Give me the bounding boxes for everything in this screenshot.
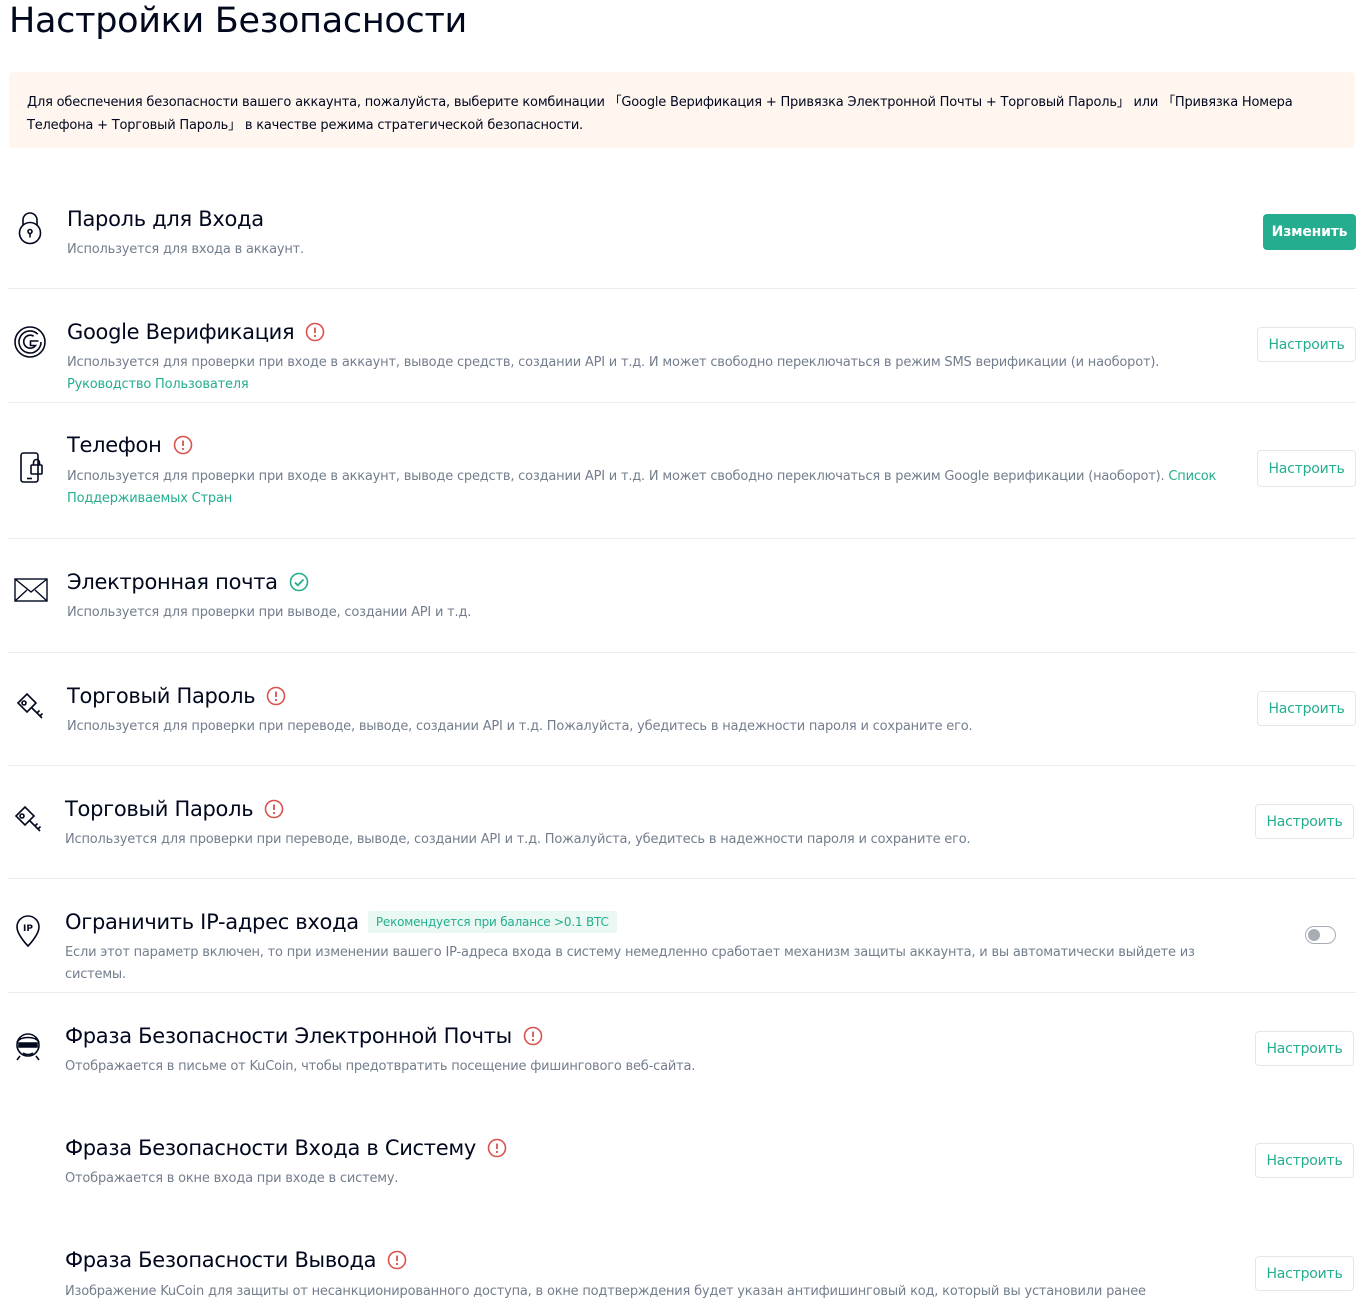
setup-button[interactable]: Настроить (1255, 1031, 1354, 1066)
recommendation-badge: Рекомендуется при балансе >0.1 BTC (367, 911, 617, 933)
phone-lock-icon (10, 447, 50, 487)
security-item-title: Телефон (67, 433, 162, 457)
warning-icon (487, 1138, 507, 1158)
key-icon (8, 798, 48, 838)
security-item-title: Фраза Безопасности Входа в Систему (65, 1136, 477, 1160)
security-item-header: Фраза Безопасности Входа в Систему (65, 1133, 507, 1163)
envelope-icon (10, 570, 50, 610)
security-item-header: Google Верификация (67, 317, 325, 347)
security-item-title: Ограничить IP-адрес входа (65, 910, 359, 934)
warning-icon (387, 1250, 407, 1270)
security-item-description: Отображается в окне входа при входе в си… (65, 1168, 1240, 1190)
warning-icon (173, 435, 193, 455)
security-item-description: Используется для входа в аккаунт. (67, 239, 1242, 261)
key-icon (10, 685, 50, 725)
description-text: Используется для входа в аккаунт. (67, 242, 304, 257)
description-text: Отображается в письме от KuCoin, чтобы п… (65, 1059, 696, 1074)
warning-icon (305, 322, 325, 342)
setup-button[interactable]: Настроить (1257, 327, 1356, 362)
security-item-title: Google Верификация (67, 320, 295, 344)
description-text: Если этот параметр включен, то при измен… (65, 945, 1195, 982)
security-item-description: Если этот параметр включен, то при измен… (65, 942, 1215, 986)
help-link[interactable]: Руководство Пользователя (67, 377, 249, 392)
ip-restriction-toggle[interactable] (1305, 926, 1336, 944)
description-text: Используется для проверки при входе в ак… (67, 469, 1169, 484)
check-circle-icon (289, 572, 309, 592)
security-item-header: Торговый Пароль (65, 794, 284, 824)
security-item-title: Фраза Безопасности Электронной Почты (65, 1024, 512, 1048)
description-text: Отображается в окне входа при входе в си… (65, 1171, 399, 1186)
warning-icon (523, 1026, 543, 1046)
security-item-description: Используется для проверки при входе в ак… (67, 352, 1242, 396)
description-text: Используется для проверки при переводе, … (67, 719, 973, 734)
security-item-description: Используется для проверки при переводе, … (65, 829, 1240, 851)
security-item-header: Ограничить IP-адрес входа Рекомендуется п… (65, 907, 617, 937)
ip-location-icon: IP (8, 910, 48, 950)
security-item-title: Торговый Пароль (67, 684, 256, 708)
security-item-description: Отображается в письме от KuCoin, чтобы п… (65, 1056, 1240, 1078)
security-item-title: Фраза Безопасности Вывода (65, 1248, 377, 1272)
security-item-title: Пароль для Входа (67, 207, 264, 231)
description-text: Используется для проверки при входе в ак… (67, 355, 1160, 370)
setup-button[interactable]: Настроить (1255, 804, 1354, 839)
page-title: Настройки Безопасности (9, 1, 468, 41)
security-item-description: Изображение KuCoin для защиты от несанкц… (65, 1281, 1240, 1303)
security-item-description: Используется для проверки при переводе, … (67, 716, 1242, 738)
warning-icon (264, 799, 284, 819)
svg-text:IP: IP (23, 924, 33, 934)
setup-button[interactable]: Настроить (1255, 1256, 1354, 1291)
google-icon (10, 322, 50, 362)
security-item-title: Электронная почта (67, 570, 278, 594)
lock-icon (10, 208, 50, 248)
toggle-knob (1308, 929, 1320, 941)
description-text: Используется для проверки при переводе, … (65, 832, 971, 847)
setup-button[interactable]: Настроить (1255, 1143, 1354, 1178)
security-item-header: Телефон (67, 430, 193, 460)
warning-icon (266, 686, 286, 706)
security-item-title: Торговый Пароль (65, 797, 254, 821)
security-item-description: Используется для проверки при выводе, со… (67, 602, 1217, 624)
security-item-header: Торговый Пароль (67, 681, 286, 711)
security-item-description: Используется для проверки при входе в ак… (67, 466, 1242, 510)
setup-button[interactable]: Настроить (1257, 450, 1356, 487)
setup-button[interactable]: Настроить (1257, 691, 1356, 726)
security-item-header: Фраза Безопасности Вывода (65, 1245, 407, 1275)
security-item-header: Пароль для Входа (67, 204, 264, 234)
change-button[interactable]: Изменить (1263, 214, 1356, 250)
security-item-header: Фраза Безопасности Электронной Почты (65, 1021, 543, 1051)
description-text: Изображение KuCoin для защиты от несанкц… (65, 1284, 1146, 1299)
description-text: Используется для проверки при выводе, со… (67, 605, 472, 620)
security-item-header: Электронная почта (67, 567, 309, 597)
security-notice: Для обеспечения безопасности вашего акка… (9, 72, 1355, 148)
anti-phishing-icon (8, 1025, 48, 1065)
